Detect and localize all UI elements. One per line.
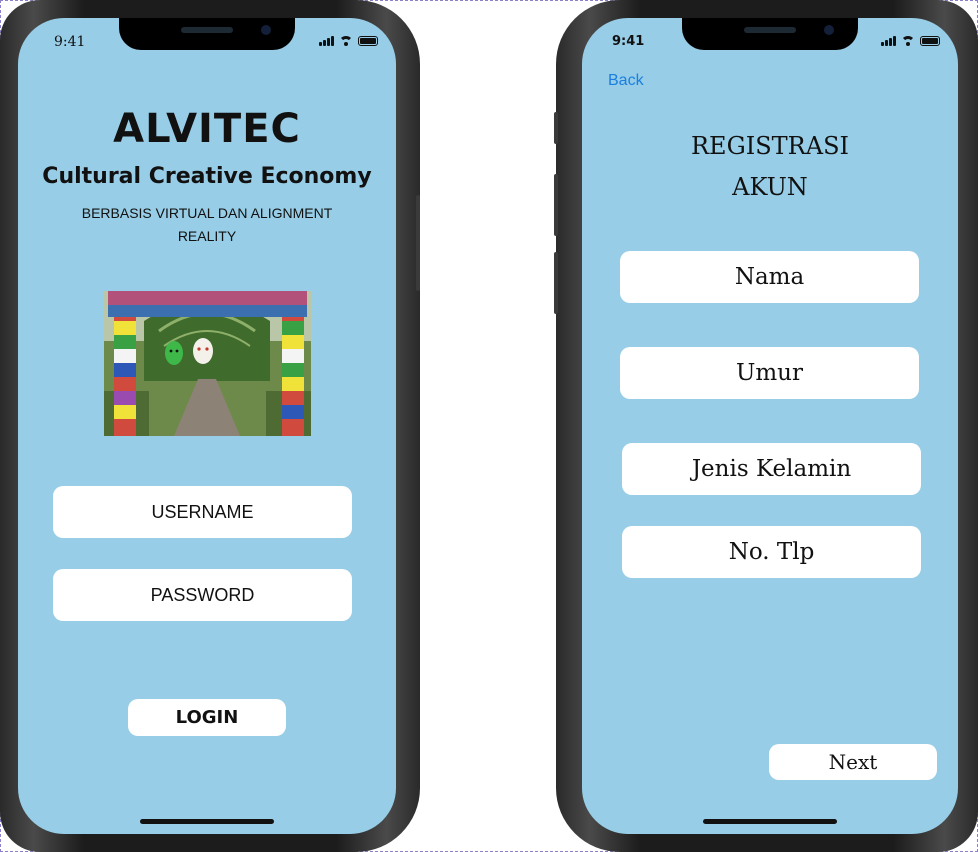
brand-tagline: BERBASIS VIRTUAL DAN ALIGNMENT REALITY — [81, 205, 333, 244]
back-button[interactable]: Back — [608, 72, 644, 90]
login-screen: 9:41 ALVITEC Cultural Creative Economy B… — [18, 18, 396, 834]
front-camera — [824, 25, 834, 35]
wifi-icon — [339, 36, 353, 46]
signal-icon — [319, 36, 334, 46]
power-button — [416, 195, 420, 291]
status-time: 9:41 — [54, 34, 86, 50]
phone-field[interactable]: No. Tlp — [622, 526, 921, 578]
volume-down-button — [554, 252, 558, 314]
age-field[interactable]: Umur — [620, 347, 919, 399]
speaker — [744, 27, 796, 33]
brand-title: ALVITEC — [113, 106, 301, 152]
page-title-line2: AKUN — [732, 173, 808, 201]
gender-field[interactable]: Jenis Kelamin — [622, 443, 921, 495]
front-camera — [261, 25, 271, 35]
brand-subtitle: Cultural Creative Economy — [42, 164, 372, 189]
status-time: 9:41 — [612, 34, 645, 49]
volume-up-button — [554, 174, 558, 236]
battery-icon — [920, 36, 940, 46]
phone-login: 9:41 ALVITEC Cultural Creative Economy B… — [0, 0, 420, 852]
next-button[interactable]: Next — [769, 744, 937, 780]
notch — [682, 18, 858, 50]
notch — [119, 18, 295, 50]
name-field[interactable]: Nama — [620, 251, 919, 303]
home-indicator — [703, 819, 837, 824]
password-input[interactable]: PASSWORD — [53, 569, 352, 621]
status-icons — [319, 36, 378, 46]
signal-icon — [881, 36, 896, 46]
login-button[interactable]: LOGIN — [128, 699, 286, 736]
wifi-icon — [901, 36, 915, 46]
home-indicator — [140, 819, 274, 824]
mute-switch — [554, 112, 558, 144]
register-screen: 9:41 Back REGISTRASI AKUN Nama Umur Jeni… — [582, 18, 958, 834]
village-gate-photo — [104, 291, 311, 436]
page-title: REGISTRASI AKUN — [582, 126, 958, 208]
battery-icon — [358, 36, 378, 46]
phone-register: 9:41 Back REGISTRASI AKUN Nama Umur Jeni… — [554, 0, 978, 852]
status-icons — [881, 36, 940, 46]
page-title-line1: REGISTRASI — [690, 132, 849, 160]
speaker — [181, 27, 233, 33]
username-input[interactable]: USERNAME — [53, 486, 352, 538]
gate-illustration — [104, 291, 311, 436]
